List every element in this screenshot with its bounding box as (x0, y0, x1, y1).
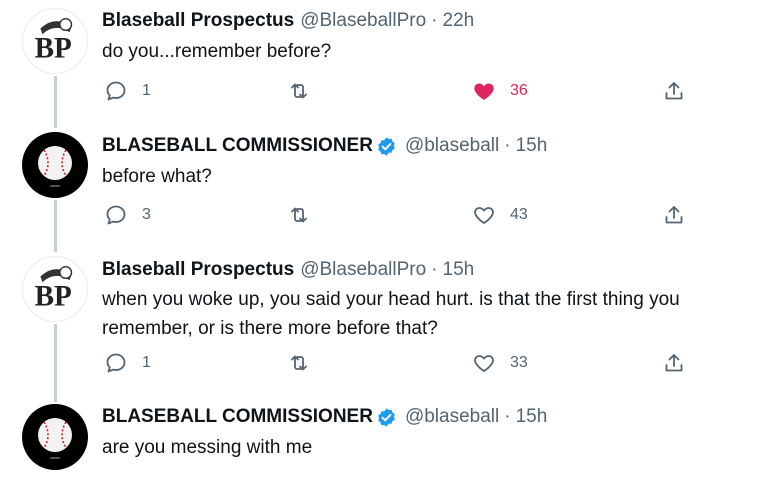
timestamp[interactable]: 15h (443, 258, 475, 282)
share-icon (665, 354, 683, 372)
tweet[interactable]: BLASEBALL COMMISSIONER @blaseball · 15h … (0, 402, 768, 478)
avatar[interactable]: BP (22, 8, 88, 74)
blaseball-prospectus-logo-icon: BP (35, 265, 73, 312)
separator: · (504, 135, 511, 156)
reply-button[interactable]: 1 (104, 348, 151, 378)
share-button[interactable] (662, 200, 686, 230)
like-button[interactable]: 36 (472, 76, 528, 106)
retweet-button[interactable] (287, 200, 325, 230)
share-icon (665, 82, 683, 100)
timestamp[interactable]: 15h (516, 405, 548, 429)
retweet-button[interactable] (287, 348, 325, 378)
tweet-header: Blaseball Prospectus @BlaseballPro · 22h (102, 9, 474, 33)
share-button[interactable] (662, 76, 686, 106)
avatar[interactable] (22, 132, 88, 198)
like-count: 33 (510, 354, 528, 371)
share-button[interactable] (662, 348, 686, 378)
retweet-icon (291, 355, 307, 371)
share-icon (665, 206, 683, 224)
handle[interactable]: @BlaseballPro (300, 258, 426, 282)
handle[interactable]: @blaseball (405, 134, 499, 158)
reply-count: 1 (142, 82, 151, 99)
heart-icon (474, 207, 494, 224)
reply-icon (106, 205, 126, 225)
handle[interactable]: @blaseball (405, 405, 499, 429)
retweet-icon (291, 83, 307, 99)
like-count: 36 (510, 82, 528, 99)
tweet-text: are you messing with me (102, 437, 313, 458)
heart-icon (474, 355, 494, 372)
display-name[interactable]: BLASEBALL COMMISSIONER (102, 405, 373, 429)
like-count: 43 (510, 206, 528, 223)
display-name[interactable]: BLASEBALL COMMISSIONER (102, 134, 373, 158)
avatar-initials: BP (35, 280, 72, 312)
retweet-button[interactable] (287, 76, 325, 106)
baseball-icon (38, 146, 72, 187)
like-button[interactable]: 33 (472, 348, 528, 378)
reply-button[interactable]: 1 (104, 76, 151, 106)
tweet-text: do you...remember before? (102, 41, 332, 62)
heart-filled-icon (474, 83, 494, 100)
blaseball-prospectus-logo-icon: BP (35, 17, 73, 64)
display-name[interactable]: Blaseball Prospectus (102, 9, 294, 33)
separator: · (504, 406, 511, 427)
tweet-header: BLASEBALL COMMISSIONER @blaseball · 15h (102, 405, 547, 429)
verified-badge-icon (378, 407, 395, 427)
display-name[interactable]: Blaseball Prospectus (102, 258, 294, 282)
avatar[interactable]: BP (22, 256, 88, 322)
tweet-text: when you woke up, you said your head hur… (102, 289, 680, 339)
like-button[interactable]: 43 (472, 200, 528, 230)
reply-icon (106, 81, 126, 101)
handle[interactable]: @BlaseballPro (300, 9, 426, 33)
timestamp[interactable]: 15h (516, 134, 548, 158)
reply-count: 3 (142, 206, 151, 223)
separator: · (431, 259, 438, 280)
timestamp[interactable]: 22h (443, 9, 475, 33)
tweet[interactable]: BP Blaseball Prospectus @BlaseballPro · … (0, 252, 768, 402)
avatar[interactable] (22, 404, 88, 470)
tweet[interactable]: BLASEBALL COMMISSIONER @blaseball · 15h … (0, 128, 768, 252)
tweet-text: before what? (102, 166, 212, 187)
reply-button[interactable]: 3 (104, 200, 151, 230)
tweet-header: Blaseball Prospectus @BlaseballPro · 15h (102, 258, 474, 282)
tweet-header: BLASEBALL COMMISSIONER @blaseball · 15h (102, 134, 547, 158)
baseball-icon (38, 418, 72, 459)
separator: · (431, 10, 438, 31)
tweet-actions: 1 33 (102, 348, 702, 378)
reply-count: 1 (142, 354, 151, 371)
retweet-icon (291, 207, 307, 223)
tweet[interactable]: BP Blaseball Prospectus @BlaseballPro · … (0, 0, 768, 128)
avatar-initials: BP (35, 32, 72, 64)
reply-icon (106, 353, 126, 373)
verified-badge-icon (378, 136, 395, 156)
tweet-actions: 3 43 (102, 200, 702, 230)
tweet-actions: 1 36 (102, 76, 702, 106)
